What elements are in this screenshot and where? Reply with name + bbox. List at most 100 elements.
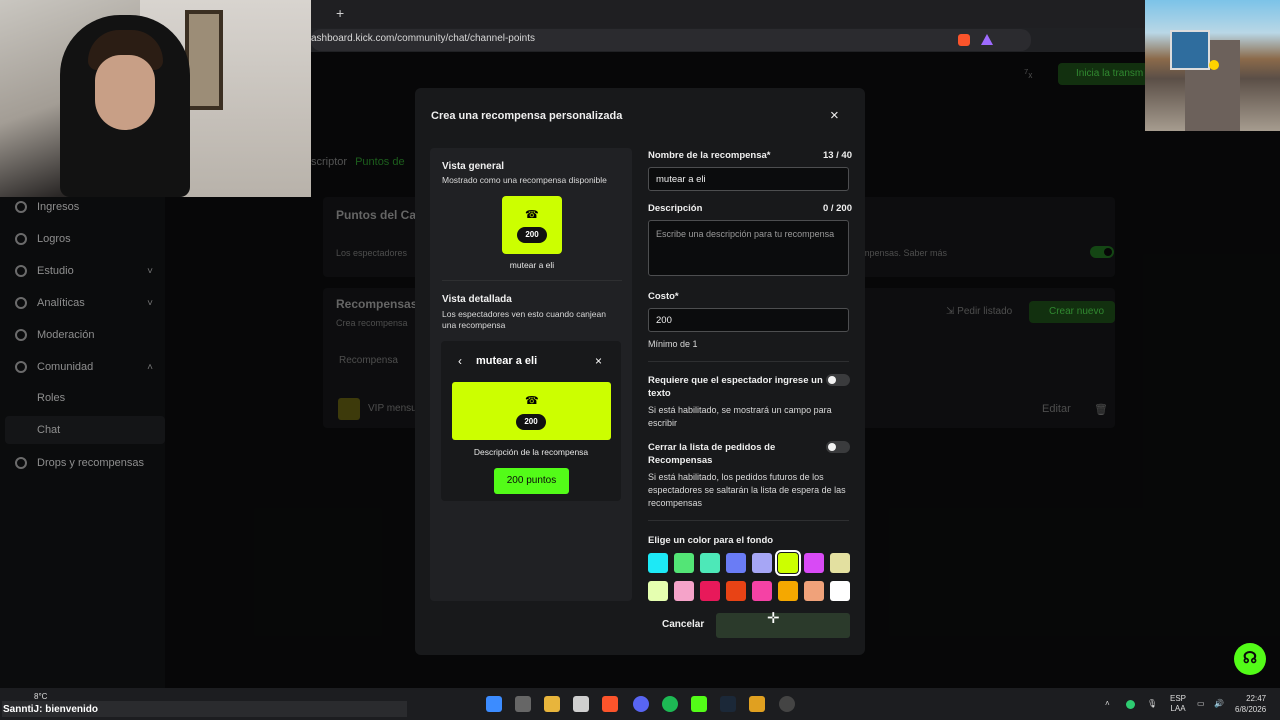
sidebar-item-drops[interactable]: Drops y recompensas xyxy=(15,453,165,473)
gift-icon: ☎ xyxy=(525,395,539,407)
color-swatch[interactable] xyxy=(726,581,746,601)
sidebar-item-logros[interactable]: Logros xyxy=(15,229,165,249)
detail-sub: Los espectadores ven esto cuando canjean… xyxy=(442,309,606,330)
gift-icon: ☎ xyxy=(525,209,539,221)
color-swatch[interactable] xyxy=(700,553,720,573)
description-label: Descripción xyxy=(648,203,703,214)
require-text-label: Requiere que el espectador ingrese un te… xyxy=(648,375,823,399)
store-icon[interactable] xyxy=(573,696,589,712)
monitor-icon[interactable]: ▭ xyxy=(1197,699,1205,708)
brave-shield-icon[interactable] xyxy=(958,34,970,46)
reward-name-input[interactable]: mutear a eli xyxy=(648,167,849,191)
detail-title: Vista detallada xyxy=(442,294,512,305)
clock[interactable]: 22:47 6/8/2026 xyxy=(1235,693,1266,715)
color-swatch[interactable] xyxy=(804,581,824,601)
help-headset-icon[interactable]: ☊ xyxy=(1234,643,1266,675)
description-char-count: 0 / 200 xyxy=(822,203,852,214)
color-label: Elige un color para el fondo xyxy=(648,535,774,546)
moderation-icon xyxy=(15,329,27,341)
color-swatch[interactable] xyxy=(726,553,746,573)
color-swatch[interactable] xyxy=(830,581,850,601)
new-tab-button[interactable]: + xyxy=(336,5,344,21)
drops-icon xyxy=(15,457,27,469)
sidebar-item-comunidad[interactable]: Comunidad ˄ xyxy=(15,357,165,377)
detail-description: Descripción de la recompensa xyxy=(473,447,589,457)
spotify-icon[interactable] xyxy=(662,696,678,712)
sidebar-item-chat[interactable]: Chat xyxy=(37,424,60,436)
create-reward-modal: Crea una recompensa personalizada × Vist… xyxy=(415,88,865,655)
detail-banner: ☎ 200 xyxy=(452,382,611,440)
tray-chevron-icon[interactable]: ˄ xyxy=(1105,699,1110,708)
overview-title: Vista general xyxy=(442,161,505,172)
color-swatch[interactable] xyxy=(775,550,801,576)
modal-title: Crea una recompensa personalizada xyxy=(431,110,623,122)
kick-icon[interactable] xyxy=(691,696,707,712)
detail-card-preview: ‹ mutear a eli × ☎ 200 Descripción de la… xyxy=(441,341,621,501)
game-overlay xyxy=(1145,0,1280,131)
name-label: Nombre de la recompensa* xyxy=(648,150,771,161)
color-swatch[interactable] xyxy=(778,581,798,601)
sidebar-item-moderacion[interactable]: Moderación xyxy=(15,325,165,345)
chat-overlay-message: SanntiJ: bienvenido xyxy=(3,704,99,715)
analytics-icon xyxy=(15,297,27,309)
color-swatch[interactable] xyxy=(648,553,668,573)
reward-preview: Vista general Mostrado como una recompen… xyxy=(430,148,632,601)
color-swatch[interactable] xyxy=(830,553,850,573)
sidebar-item-roles[interactable]: Roles xyxy=(37,392,65,404)
task-view-icon[interactable] xyxy=(515,696,531,712)
chevron-left-icon: ‹ xyxy=(458,354,462,368)
color-swatch[interactable] xyxy=(674,553,694,573)
description-textarea[interactable]: Escribe una descripción para tu recompen… xyxy=(648,220,849,276)
color-swatch[interactable] xyxy=(648,581,668,601)
divider xyxy=(648,520,849,521)
chevron-down-icon: ˅ xyxy=(147,265,153,277)
close-icon[interactable]: × xyxy=(830,107,839,124)
card-name: mutear a eli xyxy=(509,260,555,270)
language-indicator[interactable]: ESP LAA xyxy=(1170,694,1186,714)
color-swatch[interactable] xyxy=(752,553,772,573)
cost-hint: Mínimo de 1 xyxy=(648,339,698,349)
skip-queue-label: Cerrar la lista de pedidos de Recompensa… xyxy=(648,442,776,466)
community-icon xyxy=(15,361,27,373)
sidebar-item-ingresos[interactable]: Ingresos xyxy=(15,197,165,217)
color-swatch[interactable] xyxy=(804,553,824,573)
weather-widget[interactable]: 8°C xyxy=(34,692,47,701)
skip-queue-toggle[interactable] xyxy=(826,441,850,453)
brave-browser-icon[interactable] xyxy=(602,696,618,712)
color-swatch[interactable] xyxy=(700,581,720,601)
cost-input[interactable]: 200 xyxy=(648,308,849,332)
cost-label: Costo* xyxy=(648,291,679,302)
color-swatch[interactable] xyxy=(674,581,694,601)
app-icon[interactable] xyxy=(749,696,765,712)
chevron-up-icon: ˄ xyxy=(147,361,153,373)
cost-pill: 200 xyxy=(516,414,546,430)
discord-icon[interactable] xyxy=(633,696,649,712)
achievements-icon xyxy=(15,233,27,245)
mic-icon[interactable]: 🎙 xyxy=(1147,699,1157,708)
studio-icon xyxy=(15,265,27,277)
obs-icon[interactable] xyxy=(779,696,795,712)
require-text-desc: Si está habilitado, se mostrará un campo… xyxy=(648,405,832,428)
redeem-button-preview: 200 puntos xyxy=(494,468,569,494)
address-url[interactable]: ashboard.kick.com/community/chat/channel… xyxy=(311,33,535,44)
revenue-icon xyxy=(15,201,27,213)
skip-queue-desc: Si está habilitado, los pedidos futuros … xyxy=(648,472,846,508)
windows-start-icon[interactable] xyxy=(486,696,502,712)
color-swatch[interactable] xyxy=(752,581,772,601)
file-explorer-icon[interactable] xyxy=(544,696,560,712)
brave-rewards-icon[interactable] xyxy=(981,34,993,45)
reward-card-preview: ☎ 200 xyxy=(502,196,562,254)
sidebar-item-analiticas[interactable]: Analíticas ˅ xyxy=(15,293,165,313)
detail-card-name: mutear a eli xyxy=(476,355,538,367)
require-text-toggle[interactable] xyxy=(826,374,850,386)
sidebar-active-highlight xyxy=(5,416,165,444)
divider xyxy=(442,280,622,281)
close-icon: × xyxy=(595,354,603,368)
cancel-button[interactable]: Cancelar xyxy=(662,619,704,630)
status-dot-icon[interactable] xyxy=(1126,700,1135,709)
create-reward-button[interactable] xyxy=(716,613,850,638)
chevron-down-icon: ˅ xyxy=(147,297,153,309)
sidebar-item-estudio[interactable]: Estudio ˅ xyxy=(15,261,165,281)
volume-icon[interactable]: 🔊 xyxy=(1214,699,1224,708)
steam-icon[interactable] xyxy=(720,696,736,712)
